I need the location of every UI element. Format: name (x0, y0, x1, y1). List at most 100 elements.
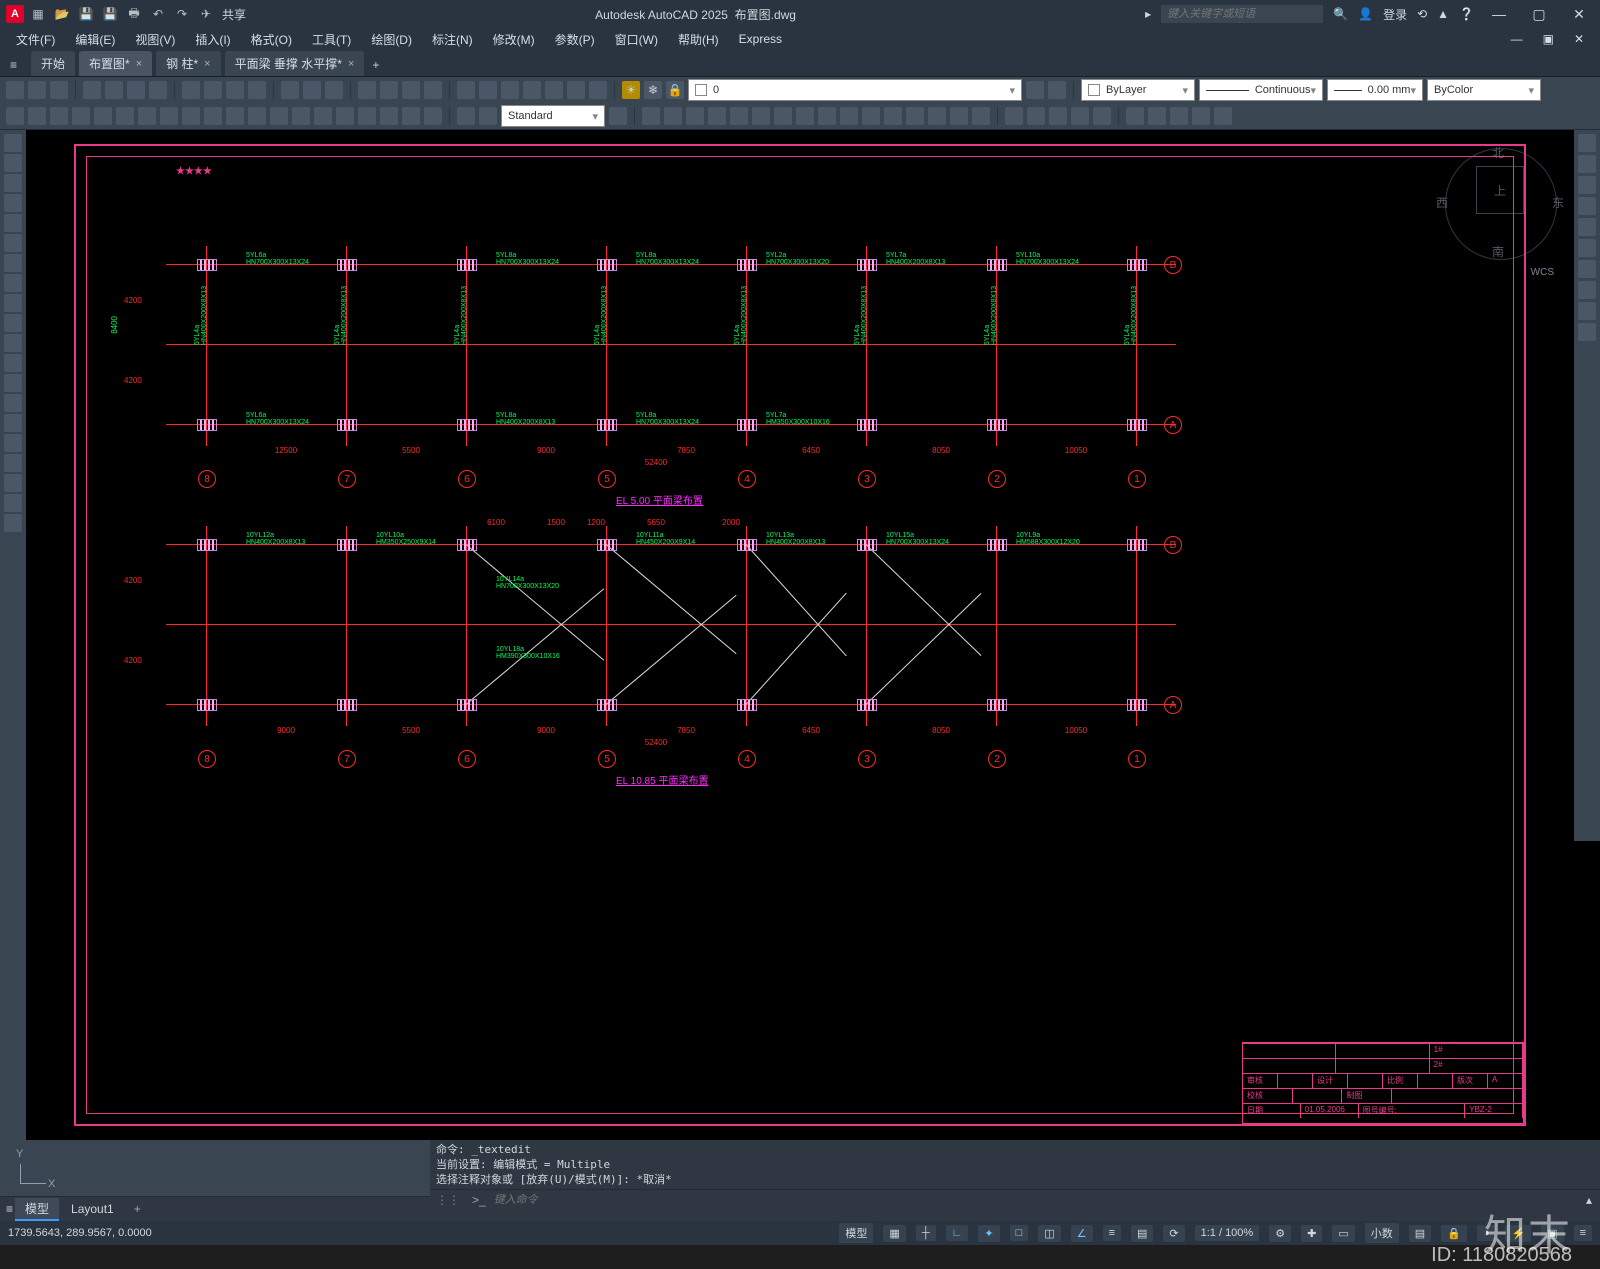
insert-icon[interactable] (303, 81, 321, 99)
offset-icon[interactable] (708, 107, 726, 125)
circle-icon[interactable] (4, 254, 22, 272)
lwt-toggle-icon[interactable]: ≡ (1103, 1225, 1121, 1241)
qat-share-icon[interactable]: ✈ (198, 6, 214, 22)
qat-share-label[interactable]: 共享 (222, 6, 246, 23)
lineweight-dropdown[interactable]: 0.00 mm▾ (1327, 79, 1423, 101)
command-icon[interactable] (589, 81, 607, 99)
hatch-icon[interactable] (4, 414, 22, 432)
osnap-toggle-icon[interactable]: □ (1010, 1225, 1029, 1241)
textstyle-dropdown[interactable]: Standard▾ (501, 105, 605, 127)
nav-icon[interactable] (1578, 260, 1596, 278)
file-tab-3[interactable]: 平面梁 垂撑 水平撑*× (225, 51, 365, 76)
layerstate-icon[interactable]: ☀ (622, 81, 640, 99)
table-icon[interactable] (4, 474, 22, 492)
customize-icon[interactable]: ≡ (1574, 1225, 1592, 1241)
layout1-tab[interactable]: Layout1 (61, 1200, 124, 1218)
paste-icon[interactable] (226, 81, 244, 99)
polar-toggle-icon[interactable]: ✦ (978, 1225, 999, 1242)
distance-icon[interactable] (1005, 107, 1023, 125)
dimdiameter-icon[interactable] (116, 107, 134, 125)
app-exchange-icon[interactable]: ⟲ (1417, 7, 1427, 21)
dimjog-icon[interactable] (358, 107, 376, 125)
calc-icon[interactable] (567, 81, 585, 99)
save-icon[interactable] (50, 81, 68, 99)
snap-toggle-icon[interactable]: ┼ (916, 1225, 936, 1241)
dimordinate-icon[interactable] (72, 107, 90, 125)
quickprops-icon[interactable]: ▤ (1409, 1225, 1431, 1242)
print-icon[interactable] (83, 81, 101, 99)
dimstyle-icon[interactable] (424, 107, 442, 125)
color-dropdown[interactable]: ByLayer▾ (1081, 79, 1195, 101)
linetype-dropdown[interactable]: Continuous▾ (1199, 79, 1323, 101)
workspace-icon[interactable]: ▭ (1332, 1225, 1354, 1242)
units-readout[interactable]: 小数 (1365, 1223, 1399, 1243)
login-label[interactable]: 登录 (1383, 6, 1407, 23)
help-search-input[interactable] (1161, 5, 1323, 23)
rectangle-icon[interactable] (4, 214, 22, 232)
leader-icon[interactable] (292, 107, 310, 125)
spline-icon[interactable] (4, 294, 22, 312)
dimangular-icon[interactable] (138, 107, 156, 125)
qat-undo-icon[interactable]: ↶ (150, 6, 166, 22)
copy-icon[interactable] (204, 81, 222, 99)
model-canvas[interactable]: ★★★★ 8 7 6 5 4 (26, 130, 1574, 1140)
menu-edit[interactable]: 编辑(E) (67, 29, 123, 50)
ortho-toggle-icon[interactable]: ∟ (946, 1225, 969, 1241)
zoomext2-icon[interactable] (1578, 176, 1596, 194)
textstylemgr-icon[interactable] (609, 107, 627, 125)
dimtedit-icon[interactable] (402, 107, 420, 125)
open-icon[interactable] (28, 81, 46, 99)
zoom-icon[interactable] (380, 81, 398, 99)
makeblock-icon[interactable] (4, 374, 22, 392)
stretch-icon[interactable] (818, 107, 836, 125)
layermgr-icon[interactable] (1048, 81, 1066, 99)
zoomwin-icon[interactable] (424, 81, 442, 99)
menu-draw[interactable]: 绘图(D) (363, 29, 420, 50)
transparency-toggle-icon[interactable]: ▤ (1131, 1225, 1153, 1242)
nav3-icon[interactable] (1578, 302, 1596, 320)
drawing-area[interactable]: 北 南 西 东 上 WCS ★★★★ (0, 130, 1600, 1140)
ellipsearc-icon[interactable] (4, 334, 22, 352)
minimize-button[interactable]: — (1484, 6, 1514, 22)
list-icon[interactable] (1071, 107, 1089, 125)
new-icon[interactable] (6, 81, 24, 99)
annomon-toggle-icon[interactable]: ✚ (1301, 1225, 1322, 1242)
addselected-icon[interactable] (4, 514, 22, 532)
app-menu-icon[interactable]: ≡ (0, 54, 27, 76)
extend-icon[interactable] (862, 107, 880, 125)
qat-open-icon[interactable]: 📂 (54, 6, 70, 22)
otrack-toggle-icon[interactable]: ∠ (1071, 1225, 1093, 1242)
fillet-icon[interactable] (950, 107, 968, 125)
close-button[interactable]: ✕ (1564, 6, 1594, 23)
designcenter-icon[interactable] (479, 81, 497, 99)
help-icon[interactable]: ❔ (1459, 7, 1474, 21)
mtext-icon[interactable] (479, 107, 497, 125)
xline-icon[interactable] (4, 154, 22, 172)
menu-format[interactable]: 格式(O) (243, 29, 300, 50)
menu-tools[interactable]: 工具(T) (304, 29, 359, 50)
recover-icon[interactable] (1214, 107, 1232, 125)
trim-icon[interactable] (840, 107, 858, 125)
dimbaseline-icon[interactable] (160, 107, 178, 125)
plotstyle-dropdown[interactable]: ByColor▾ (1427, 79, 1541, 101)
cut-icon[interactable] (182, 81, 200, 99)
dimaligned-icon[interactable] (28, 107, 46, 125)
maximize-button[interactable]: ▢ (1524, 6, 1554, 23)
dimcontinue-icon[interactable] (182, 107, 200, 125)
centermark-icon[interactable] (270, 107, 288, 125)
arc-icon[interactable] (4, 234, 22, 252)
doc-minimize-button[interactable]: — (1503, 30, 1531, 48)
array-icon[interactable] (730, 107, 748, 125)
erase-icon[interactable] (642, 107, 660, 125)
sheetset-icon[interactable] (523, 81, 541, 99)
batchplot-icon[interactable] (149, 81, 167, 99)
chamfer-icon[interactable] (928, 107, 946, 125)
block-icon[interactable] (281, 81, 299, 99)
text-icon[interactable] (457, 107, 475, 125)
file-tab-1[interactable]: 布置图*× (79, 51, 152, 76)
menu-insert[interactable]: 插入(I) (187, 29, 238, 50)
line-icon[interactable] (4, 134, 22, 152)
qat-redo-icon[interactable]: ↷ (174, 6, 190, 22)
start-tab[interactable]: 开始 (31, 51, 75, 76)
menu-view[interactable]: 视图(V) (127, 29, 183, 50)
